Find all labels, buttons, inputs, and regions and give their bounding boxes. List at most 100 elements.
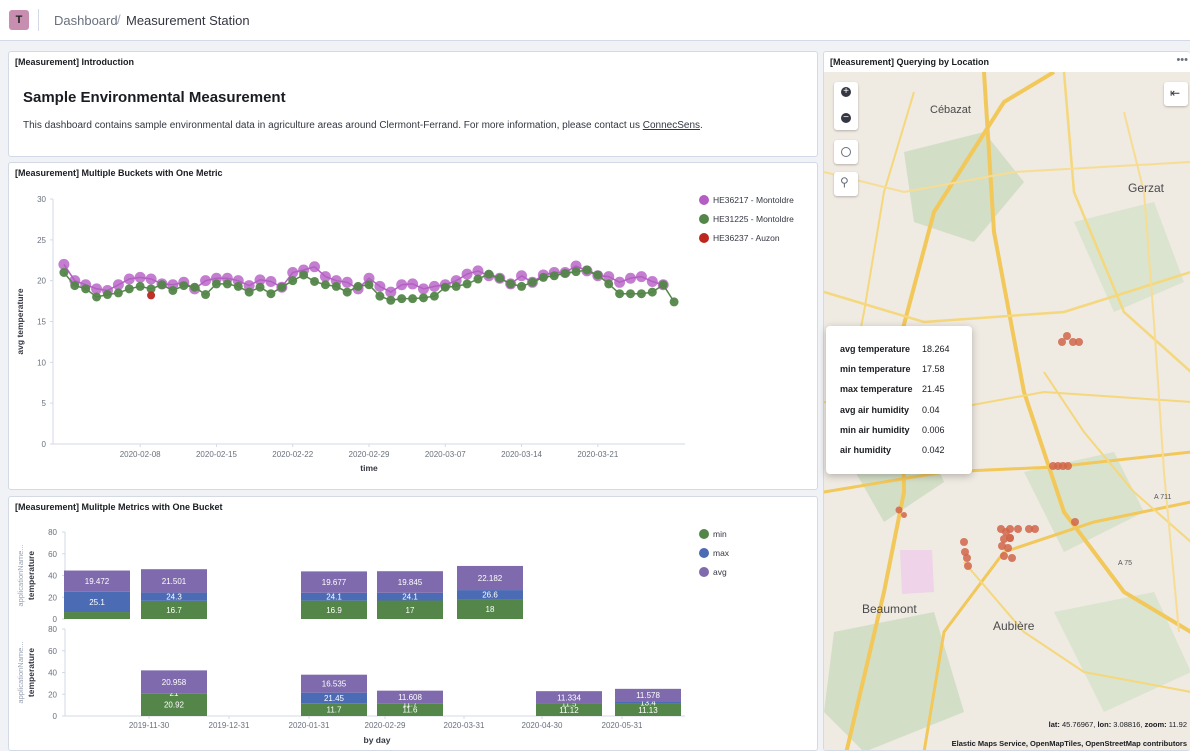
data-point bbox=[70, 281, 80, 291]
lon-label: lon: bbox=[1097, 720, 1112, 729]
x-axis-title: by day bbox=[364, 735, 391, 745]
data-point bbox=[593, 270, 603, 280]
stacked-bar: 11.1313.411.578 bbox=[615, 688, 681, 716]
lat-value: 45.76967 bbox=[1061, 720, 1094, 729]
divider bbox=[38, 9, 39, 31]
data-point bbox=[157, 280, 167, 290]
bar-value-label: 17 bbox=[406, 606, 415, 615]
highlight-area bbox=[900, 550, 934, 594]
y-axis-title: temperature bbox=[26, 648, 36, 697]
tooltip-value: 18.264 bbox=[922, 344, 950, 354]
data-point bbox=[299, 270, 309, 280]
legend-swatch bbox=[699, 233, 709, 243]
data-point bbox=[201, 290, 211, 300]
zoom-out-icon[interactable]: − bbox=[841, 113, 851, 123]
bar-value-label: 20.92 bbox=[164, 701, 185, 710]
legend-swatch bbox=[699, 548, 709, 558]
legend-label: avg bbox=[713, 567, 727, 577]
connecsens-link[interactable]: ConnecSens bbox=[643, 120, 700, 131]
tooltip-key: min temperature bbox=[840, 364, 911, 374]
map-attribution[interactable]: Elastic Maps Service, OpenMapTiles, Open… bbox=[952, 739, 1187, 748]
y-tick-label: 30 bbox=[37, 195, 46, 204]
data-point bbox=[123, 273, 135, 285]
y-tick-label: 40 bbox=[48, 669, 57, 678]
y-tick-label: 25 bbox=[37, 236, 46, 245]
zoom-controls: + − bbox=[834, 82, 858, 130]
data-point bbox=[255, 282, 265, 292]
tooltip-row: max temperature 21.45 bbox=[840, 384, 945, 394]
map-coordinates: lat: 45.76967, lon: 3.08816, zoom: 11.92 bbox=[1048, 720, 1187, 729]
bar-value-label: 18 bbox=[486, 605, 495, 614]
y-tick-label: 20 bbox=[37, 277, 46, 286]
data-point bbox=[81, 284, 91, 294]
locate-button[interactable] bbox=[834, 140, 858, 164]
data-point bbox=[669, 297, 679, 307]
data-point bbox=[102, 290, 112, 300]
data-point bbox=[113, 288, 123, 298]
bar-value-label: 26.6 bbox=[482, 591, 498, 600]
avatar[interactable]: T bbox=[9, 10, 29, 30]
data-point bbox=[636, 289, 646, 299]
x-tick-label: 2020-05-31 bbox=[602, 721, 643, 730]
data-point bbox=[277, 282, 287, 292]
tooltip-value: 21.45 bbox=[922, 384, 945, 394]
x-tick-label: 2019-11-30 bbox=[129, 721, 170, 730]
bar-value-label: 16.7 bbox=[166, 606, 182, 615]
data-point bbox=[288, 276, 298, 286]
tooltip-value: 17.58 bbox=[922, 364, 945, 374]
zoom-in-icon[interactable]: + bbox=[841, 87, 851, 97]
y-axis-title: temperature bbox=[26, 551, 36, 600]
bar-value-label: 21.501 bbox=[162, 577, 187, 586]
tools-button[interactable]: ⚲ bbox=[834, 172, 858, 196]
top-bar: T Dashboard / Measurement Station bbox=[0, 0, 1190, 41]
x-tick-label: 2020-02-29 bbox=[349, 450, 390, 459]
data-point bbox=[440, 282, 450, 292]
map-label: Gerzat bbox=[1128, 181, 1165, 195]
breadcrumb-separator: / bbox=[117, 12, 121, 27]
data-point bbox=[527, 277, 537, 287]
bar-segment-min bbox=[64, 612, 130, 619]
data-point bbox=[168, 285, 178, 295]
stacked-bar: 16.9 24.1 19.677 bbox=[301, 571, 367, 619]
data-point bbox=[516, 270, 528, 282]
data-point bbox=[147, 291, 156, 300]
data-point bbox=[353, 281, 363, 291]
data-point bbox=[408, 294, 418, 304]
stacked-bar: 25.1 19.472 bbox=[64, 570, 130, 619]
map-label: A 75 bbox=[1118, 560, 1132, 567]
panel-title: [Measurement] Querying by Location bbox=[830, 57, 990, 67]
breadcrumb-dashboard[interactable]: Dashboard bbox=[54, 13, 118, 28]
y-axis-title: avg temperature bbox=[15, 288, 25, 354]
data-point bbox=[92, 292, 102, 302]
x-tick-label: 2020-03-14 bbox=[501, 450, 542, 459]
data-point bbox=[211, 279, 221, 289]
bar-value-label: 19.845 bbox=[398, 578, 423, 587]
legend-label: HE36217 - Montoldre bbox=[713, 195, 794, 205]
stacked-bar: 11.611.711.608 bbox=[377, 690, 443, 716]
stacked-bar: 16.7 24.3 21.501 bbox=[141, 569, 207, 619]
y-tick-label: 0 bbox=[53, 615, 58, 624]
x-tick-label: 2020-03-21 bbox=[577, 450, 618, 459]
data-point bbox=[506, 279, 516, 289]
data-point bbox=[309, 261, 321, 273]
data-point bbox=[134, 271, 146, 283]
tooltip-value: 0.042 bbox=[922, 445, 945, 455]
intro-body-end: . bbox=[700, 120, 703, 131]
data-point bbox=[364, 280, 374, 290]
bar-value-label: 19.677 bbox=[322, 578, 347, 587]
data-point bbox=[560, 268, 570, 278]
ellipsis-icon[interactable]: ••• bbox=[1176, 54, 1188, 66]
data-point bbox=[473, 274, 483, 284]
y-tick-label: 80 bbox=[48, 528, 57, 537]
data-point bbox=[647, 287, 657, 297]
layers-toggle-button[interactable]: ⇤ bbox=[1164, 82, 1188, 106]
data-point bbox=[222, 279, 232, 289]
bar-value-label: 24.1 bbox=[326, 593, 342, 602]
tooltip-key: avg air humidity bbox=[840, 405, 910, 415]
data-point bbox=[418, 293, 428, 303]
data-point bbox=[396, 279, 408, 291]
intro-heading: Sample Environmental Measurement bbox=[23, 89, 286, 106]
x-tick-label: 2020-04-30 bbox=[522, 721, 563, 730]
bar-chart-panel: [Measurement] Mulitple Metrics with One … bbox=[8, 496, 818, 751]
bar-value-label: 24.3 bbox=[166, 593, 182, 602]
